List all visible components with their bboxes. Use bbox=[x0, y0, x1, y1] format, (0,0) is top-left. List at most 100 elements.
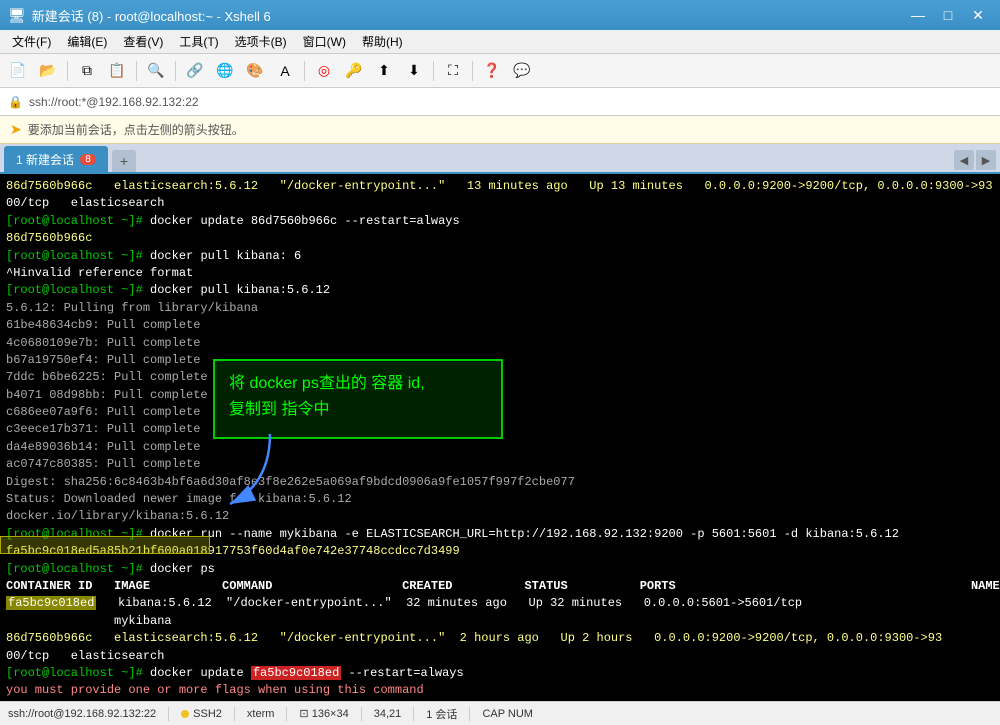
tab-session-1[interactable]: 1 新建会话 8 bbox=[4, 146, 108, 172]
terminal-line: [root@localhost ~]# docker update fa5bc9… bbox=[6, 665, 994, 682]
status-bar: ssh://root@192.168.92.132:22 SSH2 xterm … bbox=[0, 701, 1000, 725]
status-dot-ssh bbox=[181, 710, 189, 718]
toolbar-sep-5 bbox=[433, 61, 434, 81]
terminal-line: b4071 08d98bb: Pull complete bbox=[6, 387, 994, 404]
menu-bar: 文件(F) 编辑(E) 查看(V) 工具(T) 选项卡(B) 窗口(W) 帮助(… bbox=[0, 30, 1000, 54]
menu-tools[interactable]: 工具(T) bbox=[171, 30, 226, 53]
status-sep-1 bbox=[168, 707, 169, 721]
window-controls: — □ ✕ bbox=[904, 3, 992, 27]
terminal-line: 00/tcp elasticsearch bbox=[6, 195, 994, 212]
menu-view[interactable]: 查看(V) bbox=[115, 30, 171, 53]
terminal-line: you must provide one or more flags when … bbox=[6, 682, 994, 699]
status-sep-3 bbox=[286, 707, 287, 721]
terminal-line: Status: Downloaded newer image for kiban… bbox=[6, 491, 994, 508]
terminal-line: da4e89036b14: Pull complete bbox=[6, 439, 994, 456]
status-ssh: SSH2 bbox=[181, 708, 222, 720]
terminal-line: mykibana bbox=[6, 613, 994, 630]
connect-button[interactable]: 🔗 bbox=[181, 58, 209, 84]
sftp-button[interactable]: ◎ bbox=[310, 58, 338, 84]
terminal-line: 61be48634cb9: Pull complete bbox=[6, 317, 994, 334]
terminal-line: [root@localhost ~]# docker update fa5bc9… bbox=[6, 700, 994, 701]
tab-add-button[interactable]: + bbox=[112, 150, 136, 172]
toolbar-sep-6 bbox=[472, 61, 473, 81]
status-address: ssh://root@192.168.92.132:22 bbox=[8, 708, 156, 720]
font-button[interactable]: A bbox=[271, 58, 299, 84]
menu-help[interactable]: 帮助(H) bbox=[354, 30, 411, 53]
chat-button[interactable]: 💬 bbox=[508, 58, 536, 84]
status-sep-6 bbox=[469, 707, 470, 721]
window-title: 新建会话 (8) - root@localhost:~ - Xshell 6 bbox=[32, 6, 904, 25]
app-icon: 🖥 bbox=[8, 7, 26, 24]
copy-button[interactable]: ⧉ bbox=[73, 58, 101, 84]
menu-window[interactable]: 窗口(W) bbox=[295, 30, 354, 53]
toolbar-sep-4 bbox=[304, 61, 305, 81]
status-sep-5 bbox=[413, 707, 414, 721]
terminal-line: docker.io/library/kibana:5.6.12 bbox=[6, 508, 994, 525]
terminal[interactable]: 86d7560b966c elasticsearch:5.6.12 "/dock… bbox=[0, 174, 1000, 701]
status-ssh-label: SSH2 bbox=[193, 708, 222, 720]
close-button[interactable]: ✕ bbox=[964, 3, 992, 27]
container-id-highlight bbox=[0, 536, 210, 554]
tab-label: 1 新建会话 bbox=[16, 151, 74, 168]
status-size: ⊡ 136×34 bbox=[299, 707, 348, 720]
upload-button[interactable]: ⬆ bbox=[370, 58, 398, 84]
lock-icon: 🔒 bbox=[8, 95, 23, 109]
address-url[interactable]: ssh://root:*@192.168.92.132:22 bbox=[29, 95, 199, 109]
terminal-line: [root@localhost ~]# docker update 86d756… bbox=[6, 213, 994, 230]
terminal-line: 86d7560b966c elasticsearch:5.6.12 "/dock… bbox=[6, 630, 994, 647]
toolbar: 📄 📂 ⧉ 📋 🔍 🔗 🌐 🎨 A ◎ 🔑 ⬆ ⬇ ⛶ ❓ 💬 bbox=[0, 54, 1000, 88]
tab-bar: 1 新建会话 8 + ◀ ▶ bbox=[0, 144, 1000, 174]
paste-button[interactable]: 📋 bbox=[103, 58, 131, 84]
tab-badge: 8 bbox=[80, 154, 96, 165]
title-bar: 🖥 新建会话 (8) - root@localhost:~ - Xshell 6… bbox=[0, 0, 1000, 30]
maximize-button[interactable]: □ bbox=[934, 3, 962, 27]
status-session-count: 1 会话 bbox=[426, 706, 457, 722]
terminal-line: b67a19750ef4: Pull complete bbox=[6, 352, 994, 369]
tab-prev-button[interactable]: ◀ bbox=[954, 150, 974, 170]
fullscreen-button[interactable]: ⛶ bbox=[439, 58, 467, 84]
key-button[interactable]: 🔑 bbox=[340, 58, 368, 84]
terminal-line: c686ee07a9f6: Pull complete bbox=[6, 404, 994, 421]
tip-bar: ➤ 要添加当前会话，点击左侧的箭头按钮。 bbox=[0, 116, 1000, 144]
tip-text: 要添加当前会话，点击左侧的箭头按钮。 bbox=[28, 121, 244, 138]
terminal-content: 86d7560b966c elasticsearch:5.6.12 "/dock… bbox=[6, 178, 994, 701]
size-icon: ⊡ bbox=[299, 708, 308, 720]
terminal-line: ac0747c80385: Pull complete bbox=[6, 456, 994, 473]
terminal-line: 7ddc b6be6225: Pull complete bbox=[6, 369, 994, 386]
disconnect-button[interactable]: 🌐 bbox=[211, 58, 239, 84]
find-button[interactable]: 🔍 bbox=[142, 58, 170, 84]
terminal-line: [root@localhost ~]# docker ps bbox=[6, 561, 994, 578]
status-position: 34,21 bbox=[374, 708, 402, 720]
terminal-line: 86d7560b966c bbox=[6, 230, 994, 247]
terminal-line: c3eece17b371: Pull complete bbox=[6, 421, 994, 438]
minimize-button[interactable]: — bbox=[904, 3, 932, 27]
tab-next-button[interactable]: ▶ bbox=[976, 150, 996, 170]
terminal-line: 4c0680109e7b: Pull complete bbox=[6, 335, 994, 352]
theme-button[interactable]: 🎨 bbox=[241, 58, 269, 84]
terminal-line: Digest: sha256:6c8463b4bf6a6d30af8e3f8e2… bbox=[6, 474, 994, 491]
tip-arrow-icon: ➤ bbox=[10, 121, 22, 138]
help-icon-button[interactable]: ❓ bbox=[478, 58, 506, 84]
terminal-line: [root@localhost ~]# docker pull kibana:5… bbox=[6, 282, 994, 299]
terminal-line: [root@localhost ~]# docker pull kibana: … bbox=[6, 248, 994, 265]
new-session-button[interactable]: 📄 bbox=[4, 58, 32, 84]
terminal-line: CONTAINER ID IMAGE COMMAND CREATED STATU… bbox=[6, 578, 994, 595]
menu-tabs[interactable]: 选项卡(B) bbox=[227, 30, 295, 53]
status-cap-num: CAP NUM bbox=[482, 708, 533, 720]
menu-file[interactable]: 文件(F) bbox=[4, 30, 59, 53]
toolbar-sep-1 bbox=[67, 61, 68, 81]
status-terminal-type: xterm bbox=[247, 708, 275, 720]
status-sep-4 bbox=[361, 707, 362, 721]
open-button[interactable]: 📂 bbox=[34, 58, 62, 84]
status-sep-2 bbox=[234, 707, 235, 721]
terminal-line: fa5bc9c018ed kibana:5.6.12 "/docker-entr… bbox=[6, 595, 994, 612]
toolbar-sep-2 bbox=[136, 61, 137, 81]
terminal-line: 00/tcp elasticsearch bbox=[6, 648, 994, 665]
toolbar-sep-3 bbox=[175, 61, 176, 81]
terminal-line: 5.6.12: Pulling from library/kibana bbox=[6, 300, 994, 317]
tab-navigation: ◀ ▶ bbox=[954, 150, 996, 172]
menu-edit[interactable]: 编辑(E) bbox=[59, 30, 115, 53]
terminal-line: ^Hinvalid reference format bbox=[6, 265, 994, 282]
download-button[interactable]: ⬇ bbox=[400, 58, 428, 84]
terminal-line: 86d7560b966c elasticsearch:5.6.12 "/dock… bbox=[6, 178, 994, 195]
